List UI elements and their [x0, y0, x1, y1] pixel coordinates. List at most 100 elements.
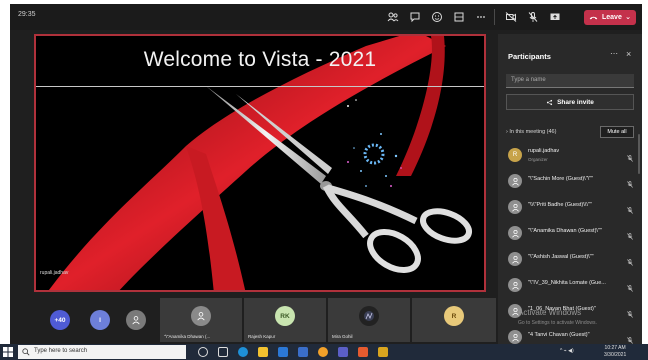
leave-label: Leave — [602, 14, 622, 21]
video-tile[interactable]: Mira Gohil — [328, 298, 410, 342]
share-icon — [546, 99, 553, 105]
microphone-off-icon[interactable] — [626, 176, 634, 188]
chat-icon[interactable] — [408, 10, 422, 24]
participant-name: "\"Sachin More (Guest)\"\"" — [528, 176, 594, 182]
video-tile[interactable]: R — [412, 298, 496, 342]
video-tile[interactable]: "\"Anamika Dhawan (... — [160, 298, 242, 342]
participant-avatar — [508, 226, 522, 240]
meeting-toolbar: 29:35 Leave ⌄ — [10, 4, 642, 30]
microphone-off-icon[interactable] — [626, 228, 634, 240]
powerpoint-icon[interactable] — [358, 347, 368, 357]
taskbar-clock[interactable]: 10:27 AM 3/30/2021 — [604, 345, 626, 359]
microphone-off-icon[interactable] — [526, 10, 540, 24]
windows-taskbar: Type here to search ^ ⌁ ◀) 10:27 AM 3/30… — [0, 344, 648, 360]
participant-row[interactable]: Rrupali.jadhav Organizer — [498, 144, 642, 170]
participant-row[interactable]: "\"IV_39_Nikhita Lomate (Gue... — [498, 274, 642, 300]
more-participants-badge[interactable]: +40 — [50, 310, 70, 330]
participant-avatar[interactable] — [126, 310, 146, 330]
vlc-icon[interactable] — [378, 347, 388, 357]
participant-name: "4 Tanvi Chavan (Guest)" — [528, 332, 590, 338]
participant-avatar — [508, 200, 522, 214]
participants-icon[interactable] — [386, 10, 400, 24]
participant-name: rupali.jadhav — [528, 148, 560, 154]
microphone-off-icon[interactable] — [626, 332, 634, 344]
share-invite-button[interactable]: Share invite — [506, 94, 634, 110]
participant-avatar — [508, 330, 522, 344]
participant-row[interactable]: "\"Sachin More (Guest)\"\"" — [498, 170, 642, 196]
person-icon — [511, 229, 519, 237]
person-icon — [197, 312, 205, 321]
cortana-icon[interactable] — [198, 347, 208, 357]
presenter-name: rupali.jadhav — [40, 270, 69, 276]
system-tray[interactable]: ^ ⌁ ◀) — [560, 348, 574, 354]
participant-name: "\"Ashish Jaswal (Guest)\"" — [528, 254, 594, 260]
tile-name: Mira Gohil — [332, 334, 353, 339]
participant-avatar: R — [444, 306, 464, 326]
teams-icon[interactable] — [338, 347, 348, 357]
close-icon[interactable]: × — [626, 49, 631, 59]
reactions-icon[interactable] — [430, 10, 444, 24]
teams-window: 29:35 Leave ⌄ Welcome to Vista - 2021 ru… — [10, 4, 642, 344]
participant-name: "\"Anamika Dhawan (Guest)\"" — [528, 228, 602, 234]
tile-name: "\"Anamika Dhawan (... — [164, 334, 211, 339]
microphone-off-icon[interactable] — [626, 202, 634, 214]
task-view-icon[interactable] — [218, 347, 228, 357]
mail-icon[interactable] — [298, 347, 308, 357]
person-icon — [511, 177, 519, 185]
microphone-off-icon[interactable] — [626, 254, 634, 266]
in-meeting-label: In this meeting (46) — [509, 129, 557, 135]
slide-divider — [36, 86, 484, 87]
file-explorer-icon[interactable] — [258, 347, 268, 357]
phone-hangup-icon — [589, 16, 598, 20]
person-icon — [511, 203, 519, 211]
search-icon — [22, 348, 30, 356]
profile-photo-icon — [364, 311, 374, 321]
mute-all-button[interactable]: Mute all — [600, 126, 634, 138]
participant-name: "\"IV_39_Nikhita Lomate (Gue... — [528, 280, 606, 286]
activate-windows-subtext: Go to Settings to activate Windows. — [518, 320, 597, 326]
video-tile[interactable]: RK Rajesh Kapur — [244, 298, 326, 342]
rooms-icon[interactable] — [452, 10, 466, 24]
chrome-icon[interactable] — [318, 347, 328, 357]
tile-name: Rajesh Kapur — [248, 334, 276, 339]
edge-icon[interactable] — [238, 347, 248, 357]
store-icon[interactable] — [278, 347, 288, 357]
camera-off-icon[interactable] — [504, 10, 518, 24]
microphone-off-icon[interactable] — [626, 280, 634, 292]
windows-start-icon[interactable] — [2, 346, 14, 358]
participant-name: "\\\"Priti Badhe (Guest)\\\"" — [528, 202, 592, 208]
in-meeting-header[interactable]: › In this meeting (46) — [506, 129, 556, 135]
leave-button[interactable]: Leave ⌄ — [584, 10, 636, 25]
chevron-right-icon: › — [506, 129, 508, 135]
taskbar-search-input[interactable]: Type here to search — [18, 345, 186, 359]
shared-content: Welcome to Vista - 2021 rupali.jadhav — [34, 34, 486, 292]
toolbar-divider — [494, 9, 495, 25]
microphone-off-icon[interactable] — [626, 150, 634, 162]
more-actions-icon[interactable] — [474, 10, 488, 24]
participant-avatar: RK — [275, 306, 295, 326]
share-invite-label: Share invite — [557, 98, 594, 106]
participant-search-input[interactable]: Type a name — [506, 74, 634, 88]
chevron-down-icon[interactable]: ⌄ — [625, 13, 631, 21]
video-gallery: +40 I "\"Anamika Dhawan (... RK Rajesh K… — [10, 296, 498, 344]
participant-avatar — [359, 306, 379, 326]
more-options-icon[interactable]: ⋯ — [610, 49, 619, 58]
participant-row[interactable]: "4 Tanvi Chavan (Guest)" — [498, 326, 642, 344]
meeting-timer: 29:35 — [18, 11, 36, 18]
clock-time: 10:27 AM — [604, 345, 626, 351]
participant-avatar — [508, 278, 522, 292]
microphone-off-icon[interactable] — [626, 306, 634, 318]
participant-role: Organizer — [528, 157, 548, 162]
participant-row[interactable]: "\\\"Priti Badhe (Guest)\\\"" — [498, 196, 642, 222]
share-screen-icon[interactable] — [548, 10, 562, 24]
participant-row[interactable]: "\"Anamika Dhawan (Guest)\"" — [498, 222, 642, 248]
clock-date: 3/30/2021 — [604, 352, 627, 358]
participant-avatar[interactable]: I — [90, 310, 110, 330]
participant-row[interactable]: "\"Ashish Jaswal (Guest)\"" — [498, 248, 642, 274]
participant-avatar — [508, 252, 522, 266]
participant-avatar: R — [508, 148, 522, 162]
slide-title: Welcome to Vista - 2021 — [143, 48, 377, 71]
person-icon — [132, 316, 140, 325]
person-icon — [511, 333, 519, 341]
person-icon — [511, 281, 519, 289]
